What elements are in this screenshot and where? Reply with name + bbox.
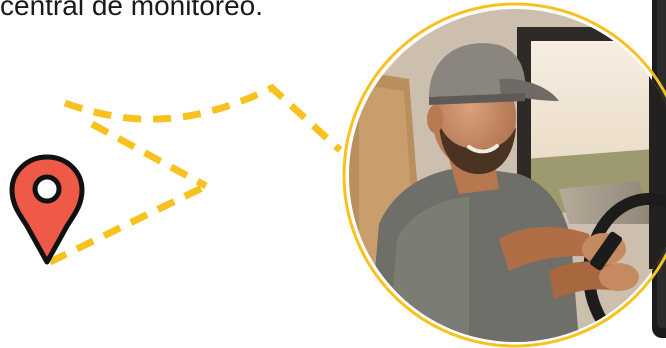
promo-section: central de monitoreo. <box>0 0 666 348</box>
photo-ring <box>342 2 666 348</box>
